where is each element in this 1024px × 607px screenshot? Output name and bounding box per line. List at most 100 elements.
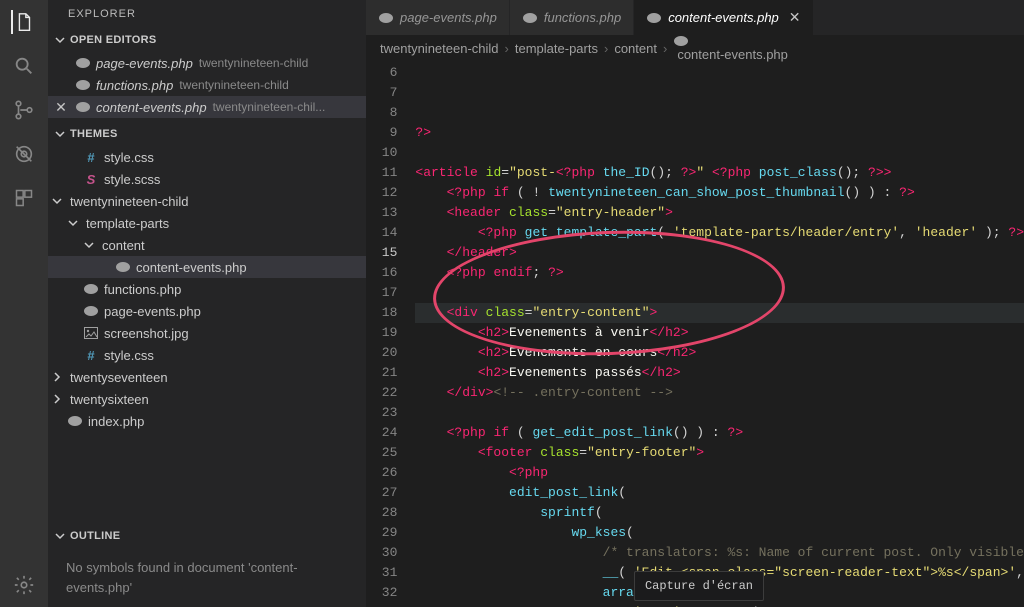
search-icon[interactable] [12, 54, 36, 78]
tab-label: content-events.php [668, 10, 779, 25]
chevron-down-icon [52, 32, 68, 48]
code-line[interactable]: <?php get_template_part( 'template-parts… [415, 223, 1024, 243]
code-line[interactable]: <?php [415, 463, 1024, 483]
files-icon[interactable] [11, 10, 35, 34]
code-line[interactable]: <?php endif; ?> [415, 263, 1024, 283]
open-editors-header[interactable]: OPEN EDITORS [48, 28, 366, 52]
file-label: content-events.php [96, 100, 207, 115]
extensions-icon[interactable] [12, 186, 36, 210]
breadcrumb-item[interactable]: template-parts [515, 41, 598, 56]
tab-label: functions.php [544, 10, 621, 25]
php-icon [66, 415, 84, 427]
chevron-right-icon: › [505, 41, 509, 56]
code-line[interactable]: <header class="entry-header"> [415, 203, 1024, 223]
outline-empty-msg: No symbols found in document 'content-ev… [48, 548, 366, 607]
code-line[interactable]: ?> [415, 123, 1024, 143]
php-icon [74, 101, 92, 113]
debug-icon[interactable] [12, 142, 36, 166]
tree-label: screenshot.jpg [104, 326, 189, 341]
close-icon[interactable]: ✕ [789, 9, 801, 26]
code-line[interactable]: </header> [415, 243, 1024, 263]
file-item[interactable]: #style.css [48, 344, 366, 366]
open-editor-item[interactable]: ✕ content-events.php twentynineteen-chil..… [48, 96, 366, 118]
code-line[interactable]: <h2>Evenements à venir</h2> [415, 323, 1024, 343]
file-desc: twentynineteen-chil... [213, 100, 326, 114]
code-editor[interactable]: 6789101112131415161718192021222324252627… [366, 61, 1024, 607]
line-number-gutter: 6789101112131415161718192021222324252627… [366, 61, 415, 607]
tree-label: style.css [104, 150, 154, 165]
code-line[interactable]: <h2>Evenements passés</h2> [415, 363, 1024, 383]
folder-item[interactable]: twentynineteen-child [48, 190, 366, 212]
code-line[interactable]: 'span' => array( [415, 603, 1024, 607]
hash-icon: # [82, 348, 100, 363]
code-line[interactable] [415, 403, 1024, 423]
code-line[interactable] [415, 283, 1024, 303]
file-item[interactable]: screenshot.jpg [48, 322, 366, 344]
code-line[interactable] [415, 143, 1024, 163]
tree-label: functions.php [104, 282, 181, 297]
close-icon[interactable]: ✕ [48, 99, 74, 116]
settings-icon[interactable] [12, 573, 36, 597]
chevron-down-icon [52, 126, 68, 142]
code-line[interactable]: <div class="entry-content"> [415, 303, 1024, 323]
code-line[interactable]: </div><!-- .entry-content --> [415, 383, 1024, 403]
code-line[interactable]: <footer class="entry-footer"> [415, 443, 1024, 463]
code-line[interactable]: /* translators: %s: Name of current post… [415, 543, 1024, 563]
php-icon [646, 12, 662, 24]
open-editor-item[interactable]: page-events.phptwentynineteen-child [48, 52, 366, 74]
code-line[interactable]: <article id="post-<?php the_ID(); ?>" <?… [415, 163, 1024, 183]
explorer-sidebar: EXPLORER OPEN EDITORS page-events.phptwe… [48, 0, 366, 607]
chevron-right-icon: › [663, 41, 667, 56]
file-label: functions.php [96, 78, 173, 93]
editor-tab[interactable]: page-events.php [366, 0, 510, 35]
tab-label: page-events.php [400, 10, 497, 25]
breadcrumb-item[interactable]: content [614, 41, 657, 56]
sidebar-title: EXPLORER [48, 0, 366, 28]
code-content[interactable]: ?> <article id="post-<?php the_ID(); ?>" … [415, 61, 1024, 607]
php-icon [82, 305, 100, 317]
editor-group: page-events.php functions.php content-even… [366, 0, 1024, 607]
code-line[interactable]: <h2>Evenements en cours</h2> [415, 343, 1024, 363]
editor-tab[interactable]: functions.php [510, 0, 634, 35]
file-item[interactable]: page-events.php [48, 300, 366, 322]
file-item[interactable]: functions.php [48, 278, 366, 300]
folder-item[interactable]: content [48, 234, 366, 256]
outline-header[interactable]: OUTLINE [48, 524, 366, 548]
source-control-icon[interactable] [12, 98, 36, 122]
folder-item[interactable]: twentysixteen [48, 388, 366, 410]
chevron-down-icon [64, 218, 82, 228]
php-icon [82, 283, 100, 295]
php-icon [522, 12, 538, 24]
code-line[interactable]: wp_kses( [415, 523, 1024, 543]
chevron-right-icon: › [604, 41, 608, 56]
php-icon [378, 12, 394, 24]
code-line[interactable]: <?php if ( ! twentynineteen_can_show_pos… [415, 183, 1024, 203]
chevron-down-icon [52, 528, 68, 544]
breadcrumbs[interactable]: twentynineteen-child › template-parts › cont… [366, 35, 1024, 61]
breadcrumb-item[interactable]: twentynineteen-child [380, 41, 499, 56]
file-desc: twentynineteen-child [199, 56, 308, 70]
tree-label: template-parts [86, 216, 169, 231]
chevron-right-icon [48, 394, 66, 404]
php-icon [114, 261, 132, 273]
php-icon [673, 35, 788, 47]
code-line[interactable]: edit_post_link( [415, 483, 1024, 503]
php-icon [74, 79, 92, 91]
tree-label: style.scss [104, 172, 160, 187]
hash-icon: # [82, 150, 100, 165]
code-line[interactable]: <?php if ( get_edit_post_link() ) : ?> [415, 423, 1024, 443]
themes-header[interactable]: THEMES [48, 122, 366, 146]
chevron-down-icon [48, 196, 66, 206]
code-line[interactable]: sprintf( [415, 503, 1024, 523]
folder-item[interactable]: template-parts [48, 212, 366, 234]
breadcrumb-item[interactable]: content-events.php [673, 35, 788, 62]
file-item[interactable]: # style.css [48, 146, 366, 168]
open-editor-item[interactable]: functions.phptwentynineteen-child [48, 74, 366, 96]
file-item[interactable]: index.php [48, 410, 366, 432]
chevron-down-icon [80, 240, 98, 250]
file-item[interactable]: content-events.php [48, 256, 366, 278]
folder-item[interactable]: twentyseventeen [48, 366, 366, 388]
editor-tab[interactable]: content-events.php ✕ [634, 0, 813, 35]
php-icon [74, 57, 92, 69]
file-item[interactable]: Sstyle.scss [48, 168, 366, 190]
